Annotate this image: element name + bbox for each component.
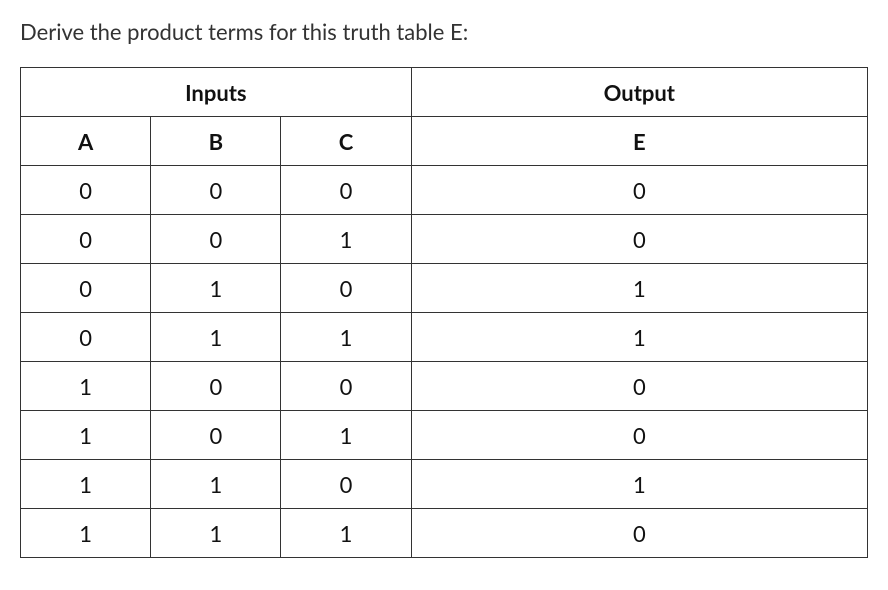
question-prompt: Derive the product terms for this truth … (20, 18, 868, 45)
cell-b: 0 (151, 215, 281, 264)
cell-b: 1 (151, 313, 281, 362)
cell-c: 0 (281, 460, 411, 509)
table-row: 1 1 1 0 (21, 509, 868, 558)
cell-e: 0 (411, 411, 867, 460)
cell-e: 1 (411, 460, 867, 509)
cell-a: 1 (21, 509, 151, 558)
cell-a: 0 (21, 264, 151, 313)
cell-e: 0 (411, 215, 867, 264)
cell-a: 0 (21, 215, 151, 264)
cell-b: 1 (151, 509, 281, 558)
cell-a: 1 (21, 411, 151, 460)
cell-b: 1 (151, 460, 281, 509)
table-row: 1 1 0 1 (21, 460, 868, 509)
cell-a: 0 (21, 313, 151, 362)
table-row: 0 0 1 0 (21, 215, 868, 264)
table-row: 0 1 0 1 (21, 264, 868, 313)
cell-e: 1 (411, 313, 867, 362)
cell-e: 0 (411, 166, 867, 215)
column-header-row: A B C E (21, 117, 868, 166)
output-group-header: Output (411, 68, 867, 117)
cell-c: 1 (281, 411, 411, 460)
cell-e: 0 (411, 509, 867, 558)
cell-c: 0 (281, 166, 411, 215)
cell-a: 1 (21, 362, 151, 411)
cell-c: 0 (281, 362, 411, 411)
col-header-c: C (281, 117, 411, 166)
cell-b: 0 (151, 411, 281, 460)
cell-e: 1 (411, 264, 867, 313)
table-row: 0 1 1 1 (21, 313, 868, 362)
inputs-group-header: Inputs (21, 68, 412, 117)
cell-a: 1 (21, 460, 151, 509)
cell-c: 0 (281, 264, 411, 313)
cell-c: 1 (281, 313, 411, 362)
col-header-e: E (411, 117, 867, 166)
cell-b: 1 (151, 264, 281, 313)
cell-a: 0 (21, 166, 151, 215)
cell-b: 0 (151, 362, 281, 411)
cell-b: 0 (151, 166, 281, 215)
cell-c: 1 (281, 215, 411, 264)
col-header-b: B (151, 117, 281, 166)
cell-c: 1 (281, 509, 411, 558)
table-row: 1 0 0 0 (21, 362, 868, 411)
cell-e: 0 (411, 362, 867, 411)
table-row: 1 0 1 0 (21, 411, 868, 460)
group-header-row: Inputs Output (21, 68, 868, 117)
col-header-a: A (21, 117, 151, 166)
truth-table: Inputs Output A B C E 0 0 0 0 0 0 1 0 0 … (20, 67, 868, 558)
table-row: 0 0 0 0 (21, 166, 868, 215)
